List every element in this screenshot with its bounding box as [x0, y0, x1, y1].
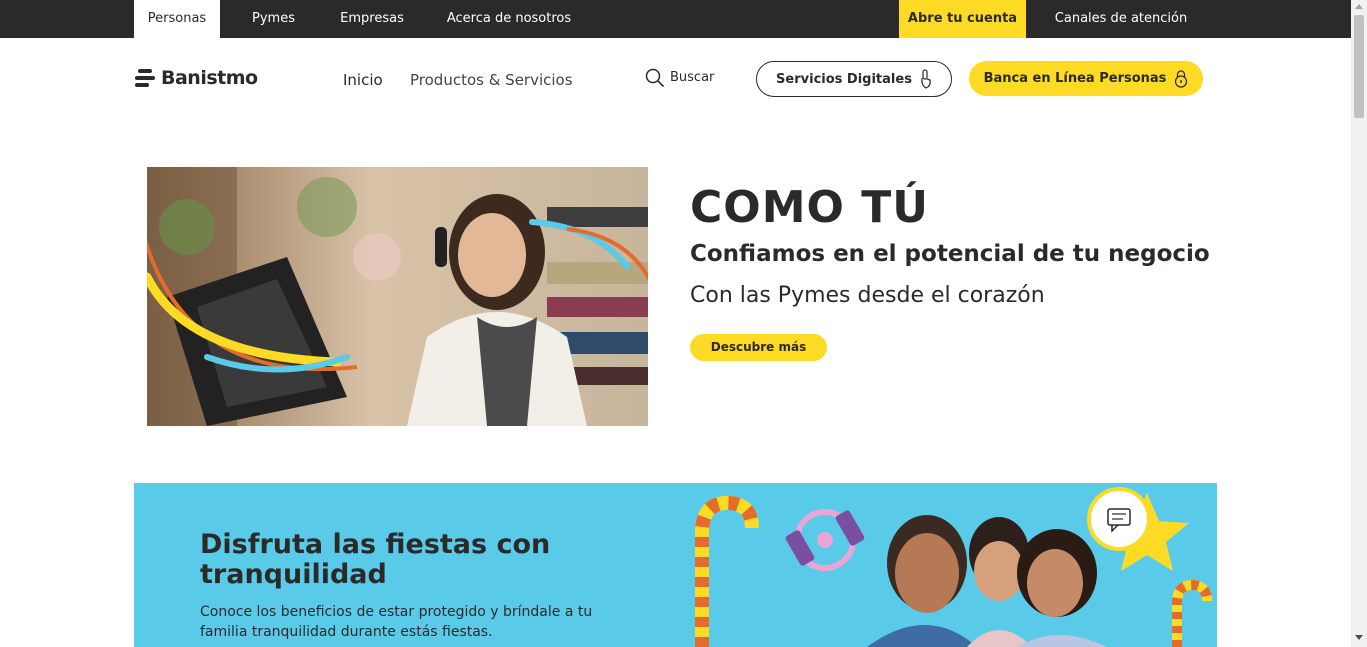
- tab-empresas[interactable]: Empresas: [328, 0, 416, 38]
- promo-title: Disfruta las fiestas con tranquilidad: [200, 529, 551, 590]
- tab-pymes[interactable]: Pymes: [240, 0, 307, 38]
- nav-inicio[interactable]: Inicio: [343, 71, 383, 89]
- promo-family-image: [695, 487, 1212, 647]
- lock-icon: [1175, 70, 1188, 88]
- online-banking-button[interactable]: Banca en Línea Personas: [969, 61, 1203, 96]
- open-account-link[interactable]: Abre tu cuenta: [899, 0, 1026, 38]
- promo-banner[interactable]: Disfruta las fiestas con tranquilidad Co…: [134, 483, 1217, 647]
- support-channels-link[interactable]: Canales de atención: [1046, 0, 1196, 38]
- tab-personas[interactable]: Personas: [134, 0, 220, 38]
- scroll-thumb[interactable]: [1354, 15, 1364, 118]
- nav-productos-servicios[interactable]: Productos & Servicios: [410, 71, 573, 89]
- discover-more-button[interactable]: Descubre más: [690, 334, 827, 361]
- digital-services-label: Servicios Digitales: [776, 71, 912, 87]
- hero-image: [147, 167, 648, 426]
- main-header: Banistmo Inicio Productos & Servicios Bu…: [0, 38, 1351, 118]
- scroll-up-arrow-icon[interactable]: [1355, 4, 1363, 9]
- search-label: Buscar: [670, 70, 715, 85]
- hero-title: COMO TÚ: [690, 182, 929, 233]
- digital-services-button[interactable]: Servicios Digitales: [756, 61, 952, 97]
- online-banking-label: Banca en Línea Personas: [983, 71, 1167, 86]
- hero-tagline: Con las Pymes desde el corazón: [690, 283, 1045, 308]
- banistmo-logo-mark-icon: [135, 69, 155, 87]
- vertical-scrollbar[interactable]: [1351, 0, 1367, 647]
- hero-subtitle: Confiamos en el potencial de tu negocio: [690, 241, 1210, 267]
- top-segment-bar: Personas Pymes Empresas Acerca de nosotr…: [0, 0, 1351, 38]
- logo-text: Banistmo: [161, 67, 258, 89]
- tab-acerca-de-nosotros[interactable]: Acerca de nosotros: [436, 0, 582, 38]
- page: Personas Pymes Empresas Acerca de nosotr…: [0, 0, 1367, 647]
- promo-text: Conoce los beneficios de estar protegido…: [200, 604, 593, 640]
- scroll-down-arrow-icon[interactable]: [1355, 635, 1363, 640]
- search-button[interactable]: Buscar: [645, 68, 714, 87]
- banistmo-logo[interactable]: Banistmo: [135, 66, 258, 90]
- search-icon: [645, 68, 664, 87]
- touch-hand-icon: [921, 69, 931, 89]
